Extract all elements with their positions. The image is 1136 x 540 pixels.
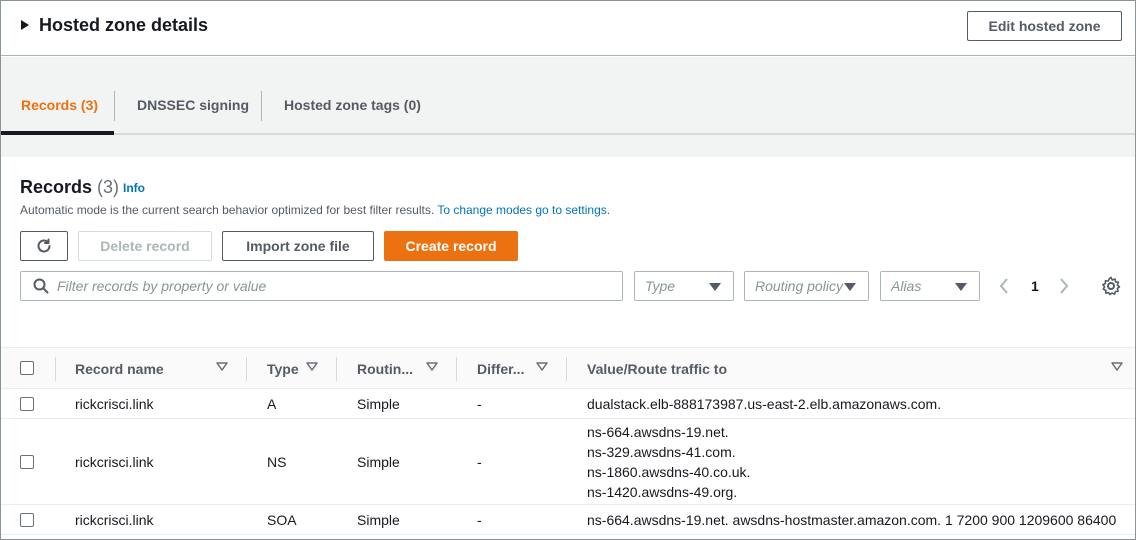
table-row[interactable]: rickcrisci.link A Simple - dualstack.elb… [1, 389, 1135, 419]
tab-hosted-zone-tags[interactable]: Hosted zone tags (0) [284, 97, 421, 113]
value-cell: ns-664.awsdns-19.net. awsdns-hostmaster.… [587, 510, 1116, 530]
tabs-area: Records (3) DNSSEC signing Hosted zone t… [1, 57, 1135, 135]
records-panel: Records (3) Info Automatic mode is the c… [1, 157, 1135, 539]
routing-policy-cell: Simple [357, 396, 400, 412]
value-line: ns-1860.awsdns-40.co.uk. [587, 464, 751, 480]
current-page-number[interactable]: 1 [1031, 278, 1039, 294]
sort-caret-icon[interactable] [306, 362, 318, 372]
gear-icon[interactable] [1101, 276, 1121, 299]
column-divider [566, 357, 567, 381]
type-select-placeholder: Type [645, 278, 676, 294]
search-icon [33, 278, 49, 294]
sort-caret-icon[interactable] [426, 362, 438, 372]
routing-policy-cell: Simple [357, 512, 400, 528]
record-type-cell: NS [267, 454, 287, 470]
expand-caret-icon[interactable] [21, 20, 29, 30]
value-line: ns-1420.awsdns-49.org. [587, 484, 738, 500]
import-zone-file-button[interactable]: Import zone file [222, 231, 374, 261]
column-divider [456, 357, 457, 381]
alias-select-placeholder: Alias [891, 278, 922, 294]
column-divider [55, 357, 56, 381]
record-name-cell: rickcrisci.link [75, 512, 154, 528]
value-line: ns-329.awsdns-41.com. [587, 444, 736, 460]
create-record-button[interactable]: Create record [384, 231, 518, 261]
edit-hosted-zone-button[interactable]: Edit hosted zone [967, 11, 1122, 41]
records-count: (3) [97, 177, 120, 197]
column-header-type[interactable]: Type [267, 361, 299, 377]
next-page-icon[interactable] [1058, 277, 1070, 298]
alias-select[interactable]: Alias [880, 271, 980, 301]
routing-policy-placeholder: Routing policy [755, 278, 843, 294]
value-cell: dualstack.elb-888173987.us-east-2.elb.am… [587, 394, 941, 414]
tab-divider [261, 91, 262, 121]
routing-policy-cell: Simple [357, 454, 400, 470]
routing-policy-select[interactable]: Routing policy [744, 271, 869, 301]
hosted-zone-details-title[interactable]: Hosted zone details [39, 15, 208, 36]
records-heading: Records (3) [20, 177, 119, 198]
differentiator-cell: - [477, 396, 482, 412]
column-divider [246, 357, 247, 381]
section-gap [1, 135, 1135, 157]
delete-record-button[interactable]: Delete record [78, 231, 212, 261]
column-header-differentiator[interactable]: Differ... [477, 361, 524, 377]
filter-records-field[interactable] [20, 271, 623, 301]
column-divider [336, 357, 337, 381]
previous-page-icon[interactable] [998, 277, 1010, 298]
hosted-zone-page: Hosted zone details Edit hosted zone Rec… [0, 0, 1136, 540]
value-line: ns-664.awsdns-19.net. awsdns-hostmaster.… [587, 512, 1117, 528]
caret-down-icon [955, 283, 967, 291]
settings-link[interactable]: To change modes go to settings. [437, 203, 610, 217]
row-checkbox[interactable] [20, 397, 34, 411]
value-line: ns-664.awsdns-19.net. [587, 424, 729, 440]
sort-caret-icon[interactable] [536, 362, 548, 372]
records-table-header: Record name Type Routin... Differ... Val… [1, 347, 1135, 389]
row-checkbox[interactable] [20, 513, 34, 527]
tab-divider [114, 91, 115, 121]
column-header-value[interactable]: Value/Route traffic to [587, 361, 727, 377]
caret-down-icon [844, 283, 856, 291]
refresh-button[interactable] [20, 231, 68, 261]
tab-dnssec-signing[interactable]: DNSSEC signing [137, 97, 249, 113]
caret-down-icon [709, 283, 721, 291]
type-select[interactable]: Type [634, 271, 734, 301]
differentiator-cell: - [477, 512, 482, 528]
column-header-record-name[interactable]: Record name [75, 361, 164, 377]
record-type-cell: A [267, 396, 277, 412]
row-checkbox[interactable] [20, 455, 34, 469]
table-row[interactable]: rickcrisci.link SOA Simple - ns-664.awsd… [1, 505, 1135, 535]
value-cell: ns-664.awsdns-19.net. ns-329.awsdns-41.c… [587, 422, 750, 502]
value-line: dualstack.elb-888173987.us-east-2.elb.am… [587, 396, 942, 412]
sort-caret-icon[interactable] [216, 362, 228, 372]
table-row[interactable]: rickcrisci.link NS Simple - ns-664.awsdn… [1, 419, 1135, 505]
description-text: Automatic mode is the current search beh… [20, 203, 435, 217]
refresh-icon [37, 238, 51, 253]
info-link[interactable]: Info [123, 181, 145, 195]
records-description: Automatic mode is the current search beh… [20, 203, 610, 217]
records-title: Records [20, 177, 93, 197]
hosted-zone-details-header[interactable]: Hosted zone details Edit hosted zone [1, 1, 1135, 56]
sort-caret-icon[interactable] [1111, 362, 1123, 372]
record-name-cell: rickcrisci.link [75, 396, 154, 412]
differentiator-cell: - [477, 454, 482, 470]
filter-records-input[interactable] [57, 278, 597, 294]
record-type-cell: SOA [267, 512, 297, 528]
tab-records[interactable]: Records (3) [21, 97, 98, 113]
column-header-routing[interactable]: Routin... [357, 361, 413, 377]
record-name-cell: rickcrisci.link [75, 454, 154, 470]
select-all-checkbox[interactable] [20, 361, 34, 375]
